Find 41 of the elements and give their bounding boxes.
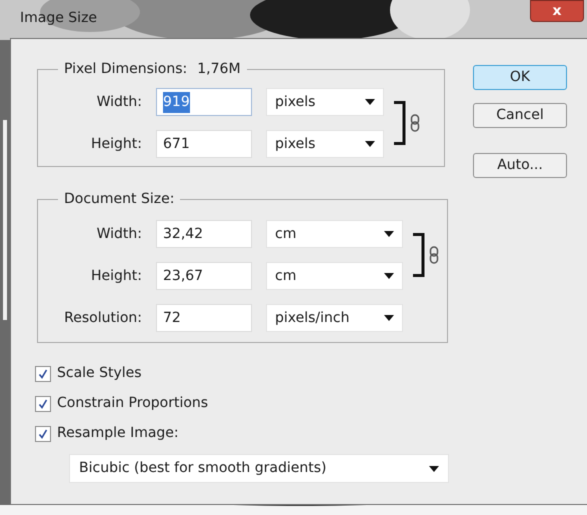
chain-link-icon[interactable] xyxy=(410,114,420,132)
dialog-button[interactable]: OK xyxy=(473,65,567,90)
check-icon xyxy=(38,428,48,438)
caret-icon xyxy=(365,99,375,105)
field-label: Height: xyxy=(90,266,142,286)
check-icon xyxy=(38,368,48,378)
field-label: Height: xyxy=(90,134,142,154)
checkbox-label: Scale Styles xyxy=(57,364,142,383)
close-button[interactable]: x xyxy=(530,0,584,22)
number-field[interactable]: 23,67 xyxy=(156,262,252,290)
field-label: Width: xyxy=(96,92,142,112)
group-title: Document Size: xyxy=(64,191,174,207)
caret-icon xyxy=(365,141,375,147)
check-icon xyxy=(38,398,48,408)
checkbox-label: Resample Image: xyxy=(57,424,179,443)
unit-dropdown[interactable]: pixels xyxy=(266,130,384,158)
field-label: Resolution: xyxy=(63,308,142,328)
checkbox[interactable] xyxy=(35,396,51,412)
field-label: Width: xyxy=(96,224,142,244)
window-title: Image Size xyxy=(20,9,98,28)
checkbox-label: Constrain Proportions xyxy=(57,394,208,413)
group-title: Pixel Dimensions: xyxy=(64,60,188,79)
dialog-button[interactable]: Cancel xyxy=(473,103,567,128)
dialog-button[interactable]: Auto... xyxy=(473,153,567,178)
checkbox[interactable] xyxy=(35,426,51,442)
checkbox[interactable] xyxy=(35,366,51,382)
unit-dropdown[interactable]: pixels/inch xyxy=(266,304,403,332)
caret-icon xyxy=(429,466,439,472)
unit-dropdown[interactable]: pixels xyxy=(266,88,384,116)
chain-link-icon[interactable] xyxy=(429,246,439,264)
number-field[interactable]: 72 xyxy=(156,304,252,332)
caret-icon xyxy=(384,273,394,279)
resample-dropdown[interactable]: Bicubic (best for smooth gradients) xyxy=(69,454,449,483)
number-field[interactable]: 671 xyxy=(156,130,252,158)
pixel-total: 1,76M xyxy=(197,60,241,79)
number-field[interactable]: 919 xyxy=(156,88,252,116)
unit-dropdown[interactable]: cm xyxy=(266,262,403,290)
unit-dropdown[interactable]: cm xyxy=(266,220,403,248)
number-field[interactable]: 32,42 xyxy=(156,220,252,248)
caret-icon xyxy=(384,231,394,237)
caret-icon xyxy=(384,315,394,321)
